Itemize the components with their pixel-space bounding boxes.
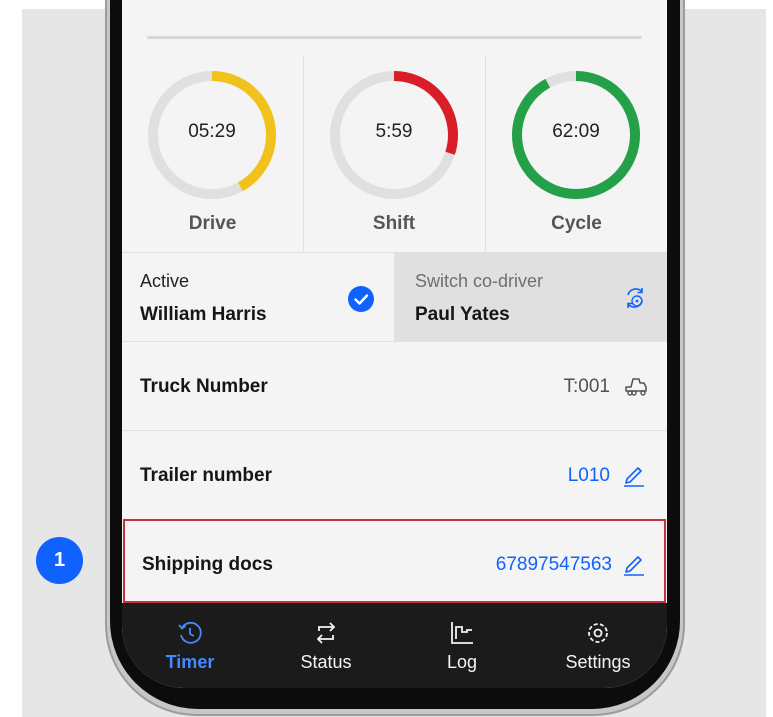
shift-gauge: 5:59 Shift xyxy=(303,55,486,252)
tab-status[interactable]: Status xyxy=(258,603,394,688)
drive-gauge: 05:29 Drive xyxy=(122,55,304,252)
tab-settings-label: Settings xyxy=(565,652,631,672)
hours-of-service-gauges: 05:29 Drive 5:59 Shift 62:09 Cycle xyxy=(122,55,667,252)
tab-settings[interactable]: Settings xyxy=(530,603,666,688)
trailer-number-value[interactable]: L010 xyxy=(568,465,610,487)
driver-row: Active William Harris Switch co-driver P… xyxy=(122,252,667,342)
cycle-gauge: 62:09 Cycle xyxy=(486,55,667,252)
drive-label: Drive xyxy=(188,213,237,234)
switch-co-driver-button[interactable]: Switch co-driver Paul Yates xyxy=(394,253,667,342)
top-area xyxy=(122,0,667,56)
active-caption: Active xyxy=(140,271,190,291)
edit-icon[interactable] xyxy=(621,462,647,488)
status-swap-icon xyxy=(316,622,336,644)
truck-number-value: T:001 xyxy=(563,376,610,397)
active-driver-name: William Harris xyxy=(140,304,267,325)
tab-log[interactable]: Log xyxy=(394,603,530,688)
active-driver-pane[interactable]: Active William Harris xyxy=(122,253,394,342)
shipping-docs-label: Shipping docs xyxy=(142,554,273,575)
trailer-number-label: Trailer number xyxy=(140,465,272,486)
cycle-label: Cycle xyxy=(551,213,602,234)
shift-label: Shift xyxy=(372,213,416,234)
trailer-number-row[interactable]: Trailer number L010 xyxy=(122,430,667,520)
switch-driver-icon xyxy=(627,288,643,308)
bottom-tab-bar: Timer Status Log Settings xyxy=(122,603,667,688)
drive-time-value: 05:29 xyxy=(188,121,236,142)
timer-icon xyxy=(178,621,202,644)
tab-timer[interactable]: Timer xyxy=(122,603,258,688)
app-screen: 05:29 Drive 5:59 Shift 62:09 Cycle Activ… xyxy=(122,0,667,688)
tab-log-label: Log xyxy=(446,652,478,672)
tab-timer-label: Timer xyxy=(165,652,215,672)
shift-time-value: 5:59 xyxy=(375,121,413,142)
truck-number-row[interactable]: Truck Number T:001 xyxy=(122,341,667,431)
co-driver-name: Paul Yates xyxy=(415,304,510,325)
switch-caption: Switch co-driver xyxy=(415,271,544,291)
cycle-time-value: 62:09 xyxy=(552,121,600,142)
truck-number-label: Truck Number xyxy=(140,376,268,397)
truck-icon xyxy=(625,378,647,396)
step-number-badge: 1 xyxy=(36,537,83,584)
gear-icon xyxy=(588,623,608,643)
shipping-docs-value[interactable]: 67897547563 xyxy=(496,554,612,576)
top-divider xyxy=(147,36,642,39)
tab-status-label: Status xyxy=(300,652,352,672)
checkmark-icon xyxy=(348,286,374,312)
shipping-docs-row[interactable]: Shipping docs 67897547563 xyxy=(123,519,666,603)
log-chart-icon xyxy=(451,622,473,644)
edit-icon[interactable] xyxy=(621,551,647,577)
